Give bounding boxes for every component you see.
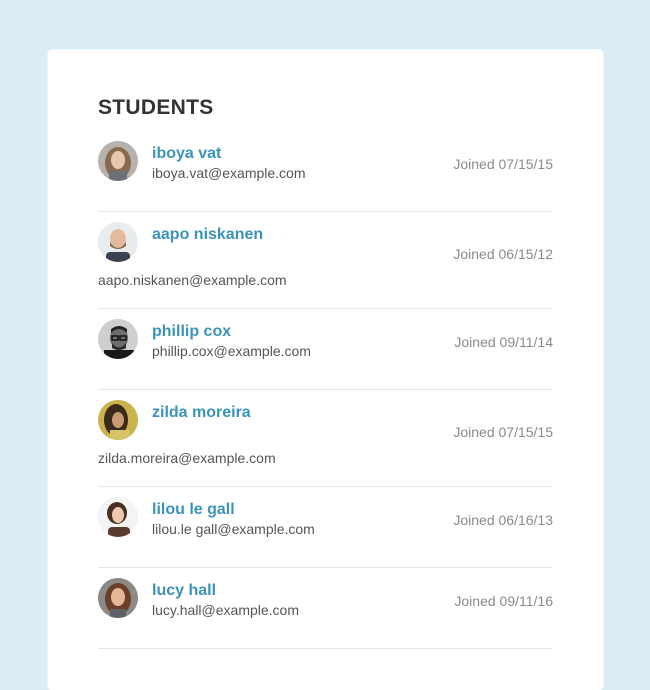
student-row: phillip cox phillip.cox@example.com Join…: [98, 309, 553, 390]
student-name[interactable]: lucy hall: [152, 582, 216, 600]
student-email: zilda.moreira@example.com: [98, 450, 276, 466]
avatar-woman-light-hair[interactable]: [98, 141, 138, 181]
student-name[interactable]: iboya vat: [152, 145, 221, 163]
student-name[interactable]: zilda moreira: [152, 404, 251, 422]
joined-date: Joined 07/15/15: [453, 156, 553, 172]
student-email: lilou.le gall@example.com: [152, 521, 315, 537]
student-email: lucy.hall@example.com: [152, 602, 300, 618]
student-row: aapo niskanen aapo.niskanen@example.com …: [98, 212, 553, 309]
student-row: lilou le gall lilou.le gall@example.com …: [98, 487, 553, 568]
student-row: zilda moreira zilda.moreira@example.com …: [98, 390, 553, 487]
student-row: lucy hall lucy.hall@example.com Joined 0…: [98, 568, 553, 649]
avatar-woman-curly-hair[interactable]: [98, 578, 138, 618]
student-email: phillip.cox@example.com: [152, 343, 311, 359]
avatar-man-bald[interactable]: [98, 222, 138, 262]
student-email: aapo.niskanen@example.com: [98, 272, 287, 288]
student-list: iboya vat iboya.vat@example.com Joined 0…: [98, 131, 553, 649]
student-row: iboya vat iboya.vat@example.com Joined 0…: [98, 131, 553, 212]
student-name[interactable]: aapo niskanen: [152, 226, 263, 244]
avatar-woman-dark-hair[interactable]: [98, 400, 138, 440]
joined-date: Joined 06/16/13: [453, 512, 553, 528]
joined-date: Joined 06/15/12: [453, 246, 553, 262]
student-email: iboya.vat@example.com: [152, 165, 306, 181]
avatar-woman-brunette[interactable]: [98, 497, 138, 537]
joined-date: Joined 07/15/15: [453, 424, 553, 440]
joined-date: Joined 09/11/14: [454, 334, 553, 350]
page-title: STUDENTS: [98, 96, 214, 119]
student-name[interactable]: lilou le gall: [152, 501, 235, 519]
joined-date: Joined 09/11/16: [454, 593, 553, 609]
students-card: STUDENTS iboya vat iboya.vat@example.com…: [48, 50, 603, 690]
student-name[interactable]: phillip cox: [152, 323, 231, 341]
avatar-man-glasses[interactable]: [98, 319, 138, 359]
